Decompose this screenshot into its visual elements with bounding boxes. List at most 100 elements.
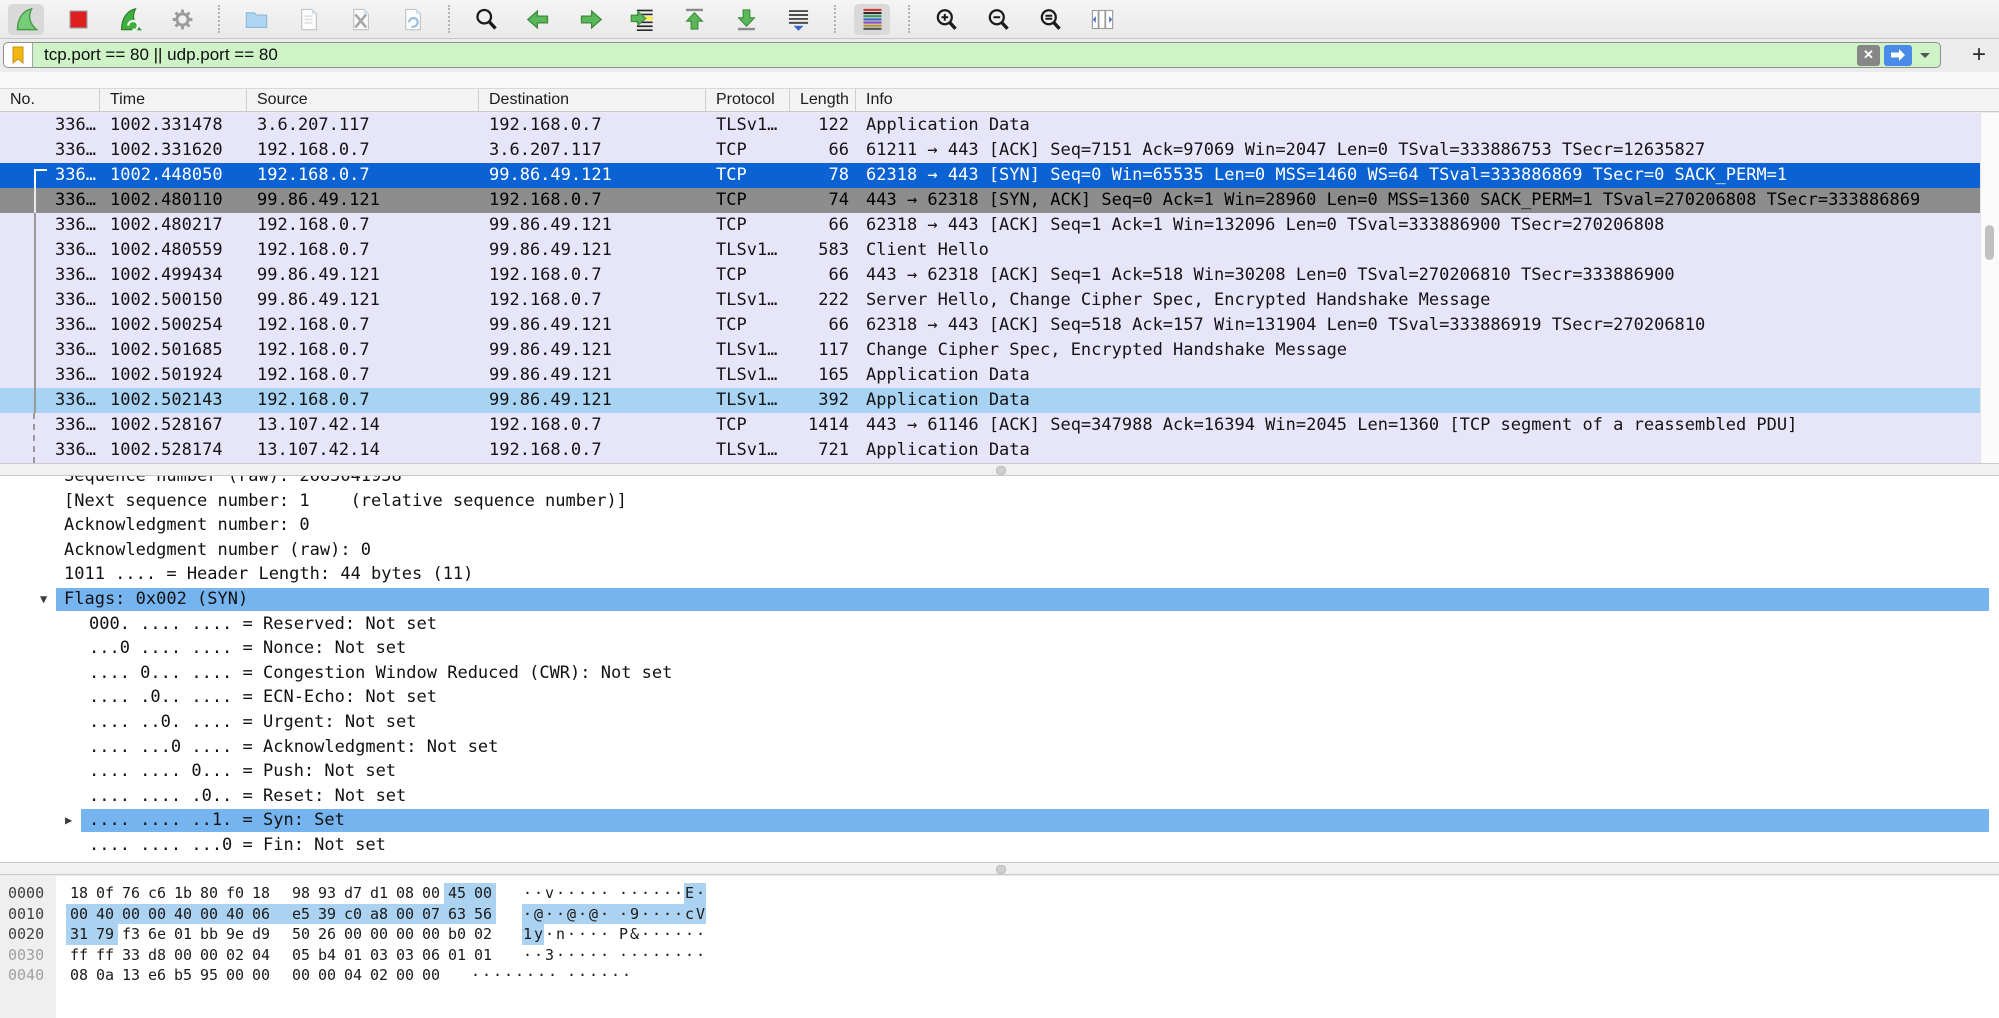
detail-line[interactable]: Sequence number (raw): 2665041958 — [0, 476, 1999, 489]
detail-line[interactable]: 000. .... .... = Reserved: Not set — [0, 612, 1999, 637]
hex-byte[interactable]: 03 — [392, 945, 418, 966]
hex-byte[interactable]: d9 — [248, 924, 274, 945]
hex-byte[interactable]: 05 — [288, 945, 314, 966]
hex-byte[interactable]: 06 — [418, 945, 444, 966]
hex-byte[interactable]: 00 — [418, 924, 444, 945]
detail-line[interactable]: .... .... ...0 = Fin: Not set — [0, 833, 1999, 858]
detail-line[interactable]: ▼Flags: 0x002 (SYN) — [0, 587, 1999, 612]
hex-byte[interactable]: 00 — [470, 883, 496, 904]
hex-byte[interactable]: 06 — [248, 904, 274, 925]
hex-byte[interactable]: 18 — [66, 883, 92, 904]
ascii-char[interactable]: · — [588, 924, 599, 945]
hex-byte[interactable]: d8 — [144, 945, 170, 966]
hex-byte[interactable]: 95 — [196, 965, 222, 986]
column-header-info[interactable]: Info — [856, 89, 1999, 111]
hex-byte[interactable]: f3 — [118, 924, 144, 945]
filter-input[interactable] — [42, 44, 1857, 66]
find-packet-button[interactable] — [468, 4, 504, 35]
ascii-char[interactable]: · — [470, 965, 481, 986]
ascii-char[interactable]: · — [547, 965, 558, 986]
hex-byte[interactable]: 00 — [66, 904, 92, 925]
packet-row[interactable]: 336…1002.52816713.107.42.14192.168.0.7TC… — [0, 413, 1981, 438]
hex-byte[interactable]: 08 — [392, 883, 418, 904]
ascii-char[interactable]: & — [629, 924, 640, 945]
hex-byte[interactable]: 80 — [196, 883, 222, 904]
ascii-char[interactable]: · — [629, 945, 640, 966]
packet-row[interactable]: 336…1002.52817413.107.42.14192.168.0.7TL… — [0, 438, 1981, 463]
hex-byte[interactable]: 01 — [340, 945, 366, 966]
hex-byte[interactable]: 00 — [314, 965, 340, 986]
hex-byte[interactable]: 0f — [92, 883, 118, 904]
detail-line[interactable]: ...0 .... .... = Nonce: Not set — [0, 636, 1999, 661]
hex-byte[interactable]: 26 — [314, 924, 340, 945]
hex-byte[interactable]: 40 — [222, 904, 248, 925]
hex-byte[interactable]: 04 — [248, 945, 274, 966]
hex-byte[interactable]: 00 — [418, 883, 444, 904]
ascii-char[interactable]: · — [640, 904, 651, 925]
go-to-last-button[interactable] — [728, 4, 764, 35]
ascii-char[interactable]: · — [640, 945, 651, 966]
ascii-char[interactable]: · — [481, 965, 492, 986]
detail-line[interactable]: .... .... 0... = Push: Not set — [0, 759, 1999, 784]
hex-byte[interactable]: 13 — [118, 965, 144, 986]
ascii-char[interactable]: · — [536, 965, 547, 986]
ascii-char[interactable]: · — [522, 904, 533, 925]
column-header-source[interactable]: Source — [247, 89, 479, 111]
go-to-packet-button[interactable] — [624, 4, 660, 35]
ascii-char[interactable]: · — [522, 883, 533, 904]
ascii-char[interactable]: · — [577, 883, 588, 904]
ascii-char[interactable]: · — [629, 883, 640, 904]
ascii-char[interactable]: · — [695, 945, 706, 966]
hex-byte[interactable]: 04 — [340, 965, 366, 986]
colorize-packets-button[interactable] — [854, 4, 890, 35]
ascii-char[interactable]: · — [662, 883, 673, 904]
ascii-char[interactable]: · — [599, 904, 610, 925]
hex-byte[interactable]: 02 — [222, 945, 248, 966]
hex-byte[interactable]: e5 — [288, 904, 314, 925]
start-capture-button[interactable] — [8, 4, 44, 35]
hex-byte[interactable]: 45 — [444, 883, 470, 904]
packet-row[interactable]: 336…1002.501685192.168.0.799.86.49.121TL… — [0, 338, 1981, 363]
ascii-char[interactable]: · — [610, 965, 621, 986]
hex-byte[interactable]: 00 — [196, 904, 222, 925]
zoom-in-button[interactable] — [928, 4, 964, 35]
detail-line[interactable]: .... 0... .... = Congestion Window Reduc… — [0, 661, 1999, 686]
add-filter-button[interactable]: + — [1972, 41, 1986, 69]
hex-byte[interactable]: 00 — [144, 904, 170, 925]
ascii-char[interactable]: 3 — [544, 945, 555, 966]
hex-byte[interactable]: 76 — [118, 883, 144, 904]
detail-line[interactable]: .... .... .0.. = Reset: Not set — [0, 784, 1999, 809]
packet-row[interactable]: 336…1002.50015099.86.49.121192.168.0.7TL… — [0, 288, 1981, 313]
save-file-button[interactable] — [290, 4, 326, 35]
ascii-char[interactable]: · — [618, 883, 629, 904]
hex-byte[interactable]: 00 — [196, 945, 222, 966]
ascii-char[interactable]: · — [662, 904, 673, 925]
pane-splitter-top[interactable] — [0, 463, 1999, 476]
ascii-char[interactable]: · — [695, 924, 706, 945]
hex-byte[interactable]: 40 — [92, 904, 118, 925]
ascii-char[interactable]: @ — [533, 904, 544, 925]
hex-byte[interactable]: 31 — [66, 924, 92, 945]
expand-icon[interactable]: ▶ — [65, 808, 72, 833]
ascii-char[interactable]: · — [695, 883, 706, 904]
hex-byte[interactable]: d7 — [340, 883, 366, 904]
go-to-first-button[interactable] — [676, 4, 712, 35]
ascii-char[interactable]: · — [599, 965, 610, 986]
ascii-char[interactable]: @ — [566, 904, 577, 925]
hex-row[interactable]: 0040080a13e6b5950000000004020000········… — [0, 965, 1999, 986]
ascii-char[interactable]: · — [533, 883, 544, 904]
column-header-time[interactable]: Time — [100, 89, 247, 111]
column-header-destination[interactable]: Destination — [479, 89, 706, 111]
ascii-char[interactable]: · — [651, 924, 662, 945]
ascii-char[interactable]: · — [555, 904, 566, 925]
scrollbar-thumb[interactable] — [1985, 225, 1994, 260]
hex-byte[interactable]: 08 — [66, 965, 92, 986]
hex-byte[interactable]: a8 — [366, 904, 392, 925]
ascii-char[interactable]: · — [588, 965, 599, 986]
ascii-char[interactable]: · — [673, 883, 684, 904]
ascii-char[interactable]: · — [555, 945, 566, 966]
ascii-char[interactable]: · — [599, 924, 610, 945]
ascii-char[interactable]: · — [555, 883, 566, 904]
detail-line[interactable]: .... ..0. .... = Urgent: Not set — [0, 710, 1999, 735]
hex-row[interactable]: 00100040000040004006e539c0a800076356·@··… — [0, 904, 1999, 925]
